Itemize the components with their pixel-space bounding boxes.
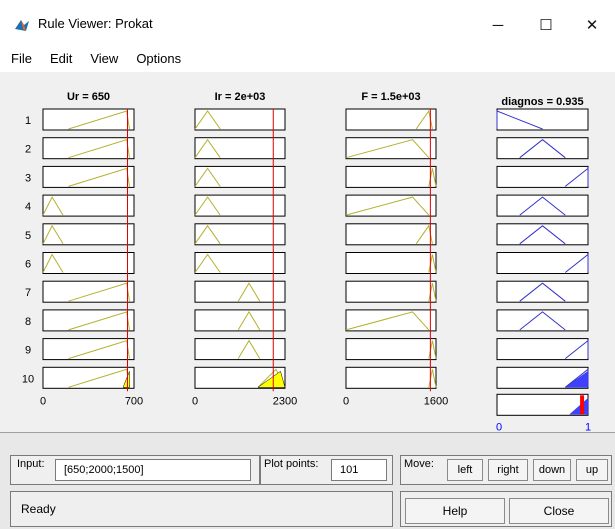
window-title: Rule Viewer: Prokat	[38, 16, 153, 31]
mf-box	[496, 108, 589, 131]
tick-label-min: 0	[343, 395, 349, 407]
mf-box	[496, 338, 589, 361]
rule-number: 5	[25, 230, 31, 242]
move-down-button[interactable]: down	[533, 459, 571, 481]
output-tick-max: 1	[585, 421, 591, 432]
mf-box	[42, 137, 135, 160]
mf-box	[42, 252, 135, 274]
mf-box	[42, 165, 135, 188]
menu-file[interactable]: File	[8, 49, 35, 68]
rule-number: 4	[25, 201, 31, 213]
mf-box	[496, 165, 589, 188]
rule-number: 6	[25, 259, 31, 271]
mf-box	[496, 252, 589, 274]
col-title-3: diagnos = 0.935	[501, 96, 583, 108]
mf-box	[496, 280, 589, 303]
input-label: Input:	[17, 458, 45, 470]
move-up-button[interactable]: up	[576, 459, 608, 481]
plot-points-panel: Plot points: 101	[260, 455, 393, 485]
plot-points-field[interactable]: 101	[331, 459, 387, 481]
tick-label-max: 1600	[424, 395, 448, 407]
menu-edit[interactable]: Edit	[47, 49, 75, 68]
mf-box	[345, 338, 437, 361]
mf-box	[345, 309, 437, 332]
mf-box	[42, 366, 135, 389]
status-panel: Ready	[10, 491, 393, 527]
rule-number: 2	[25, 144, 31, 156]
control-panel: Input: [650;2000;1500] Plot points: 101 …	[0, 432, 615, 529]
mf-box	[345, 366, 437, 389]
title-bar: Rule Viewer: Prokat ─ ☐ ✕	[0, 0, 615, 44]
mf-box	[496, 194, 589, 217]
move-left-button[interactable]: left	[447, 459, 483, 481]
output-tick-min: 0	[496, 421, 502, 432]
mf-box	[345, 194, 437, 217]
mf-box	[42, 309, 135, 332]
rule-number: 7	[25, 287, 31, 299]
menu-bar: File Edit View Options	[0, 44, 615, 72]
tick-label-max: 700	[125, 395, 143, 407]
mf-box	[496, 137, 589, 160]
help-button[interactable]: Help	[405, 498, 505, 524]
mf-box	[496, 309, 589, 332]
move-right-button[interactable]: right	[488, 459, 528, 481]
tick-label-min: 0	[192, 395, 198, 407]
mf-box	[345, 252, 437, 274]
tick-label-max: 2300	[273, 395, 297, 407]
mf-box	[42, 338, 135, 361]
rule-number: 3	[25, 172, 31, 184]
mf-box	[345, 280, 437, 303]
mf-box	[42, 108, 135, 131]
col-title-2: F = 1.5e+03	[361, 91, 420, 103]
actions-panel: Help Close	[400, 491, 612, 527]
col-title-1: Ir = 2e+03	[215, 91, 266, 103]
output-value-marker	[580, 395, 585, 415]
menu-options[interactable]: Options	[133, 49, 184, 68]
plot-points-label: Plot points:	[264, 458, 319, 470]
matlab-icon	[15, 20, 29, 31]
mf-box	[42, 223, 135, 246]
close-button[interactable]: Close	[509, 498, 609, 524]
input-panel: Input: [650;2000;1500]	[10, 455, 260, 485]
close-window-button[interactable]: ✕	[569, 10, 615, 40]
tick-label-min: 0	[40, 395, 46, 407]
rule-number: 10	[22, 373, 34, 385]
rule-number: 9	[25, 345, 31, 357]
mf-box	[345, 165, 437, 188]
col-title-0: Ur = 650	[67, 91, 110, 103]
rule-plot-svg: Ur = 650 Ir = 2e+03 F = 1.5e+03 diagnos = 0…	[22, 91, 591, 433]
rule-number: 8	[25, 316, 31, 328]
mf-box	[496, 223, 589, 246]
mf-box	[42, 280, 135, 303]
minimize-button[interactable]: ─	[475, 10, 521, 40]
menu-view[interactable]: View	[87, 49, 121, 68]
input-vector-field[interactable]: [650;2000;1500]	[55, 459, 251, 481]
maximize-button[interactable]: ☐	[523, 10, 569, 40]
rule-plot-area: Ur = 650 Ir = 2e+03 F = 1.5e+03 diagnos = 0…	[0, 72, 615, 433]
mf-box	[345, 137, 437, 160]
mf-box	[42, 194, 135, 217]
rule-number: 1	[25, 115, 31, 127]
title-bar-top-strip	[0, 0, 615, 8]
move-label: Move:	[404, 458, 434, 470]
move-panel: Move: left right down up	[400, 455, 612, 485]
status-text: Ready	[21, 502, 56, 516]
